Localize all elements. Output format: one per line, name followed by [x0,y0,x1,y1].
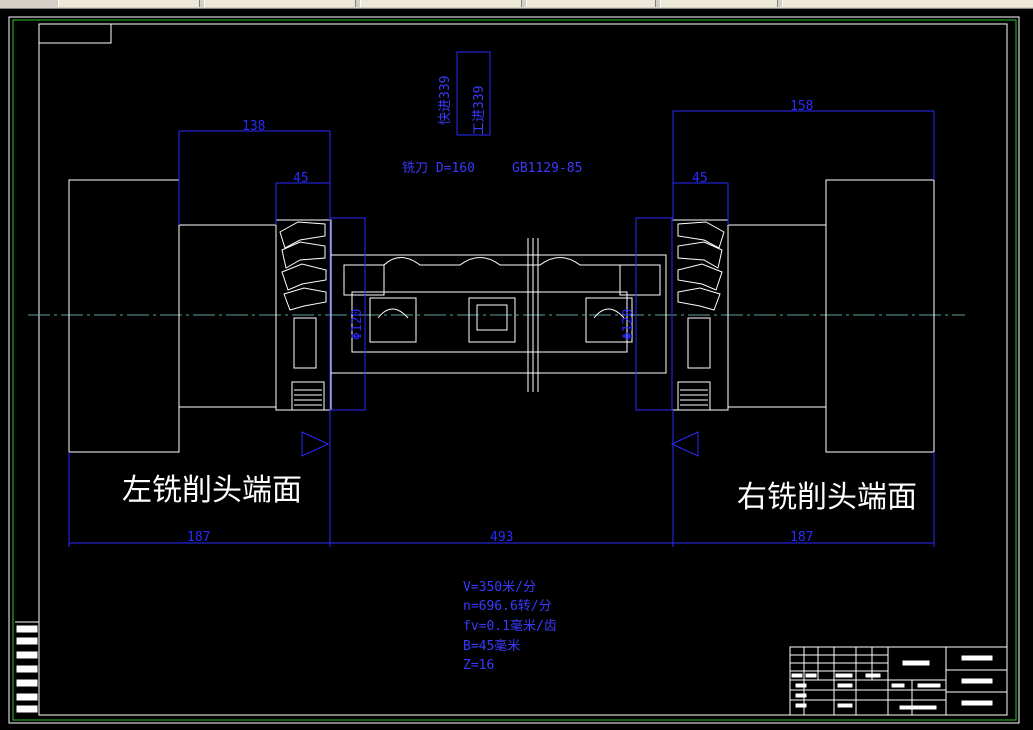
right-head-face-label: 右铣削头端面 [737,480,917,515]
cutter-standard: GB1129-85 [512,161,582,176]
param-width: B=45毫米 [463,638,520,654]
document-tab-2[interactable] [204,0,356,7]
param-teeth: Z=16 [463,658,494,673]
document-tab-6[interactable] [782,0,1033,7]
drawing-number-box [38,23,112,44]
cutter-spec: 铣刀 D=160 [402,161,475,176]
dim-right-offset: 45 [692,171,708,186]
dim-left-tool-width: 138 [242,119,265,134]
param-feed: fv=0.1毫米/齿 [463,618,557,634]
dim-right-tool-width: 158 [790,99,813,114]
step-work-feed: 工进339 [472,86,487,135]
left-head-face-label: 左铣削头端面 [122,473,302,508]
document-tab-5[interactable] [660,0,778,7]
dim-right-diameter: Φ120 [621,309,636,340]
dim-left-diameter: Φ120 [350,309,365,340]
document-tab-4[interactable] [526,0,656,7]
param-speed: V=350米/分 [463,580,536,595]
sheet-green-border [12,19,1017,721]
left-milling-head [68,179,332,453]
margin-binding-strip [15,621,39,713]
document-tab-1[interactable] [58,0,200,7]
step-rapid-feed: 快进339 [438,76,453,125]
sheet-outer-border [8,16,1020,724]
dim-center-span: 493 [490,530,513,545]
cad-drawing-canvas[interactable]: 138 158 45 45 187 493 187 Φ120 Φ120 工进33… [0,8,1033,730]
title-block [789,646,1008,716]
right-milling-head [671,179,935,453]
dim-left-base: 187 [187,530,210,545]
dim-left-offset: 45 [293,171,309,186]
dim-right-base: 187 [790,530,813,545]
document-tab-3[interactable] [360,0,522,7]
param-rpm: n=696.6转/分 [463,599,552,614]
